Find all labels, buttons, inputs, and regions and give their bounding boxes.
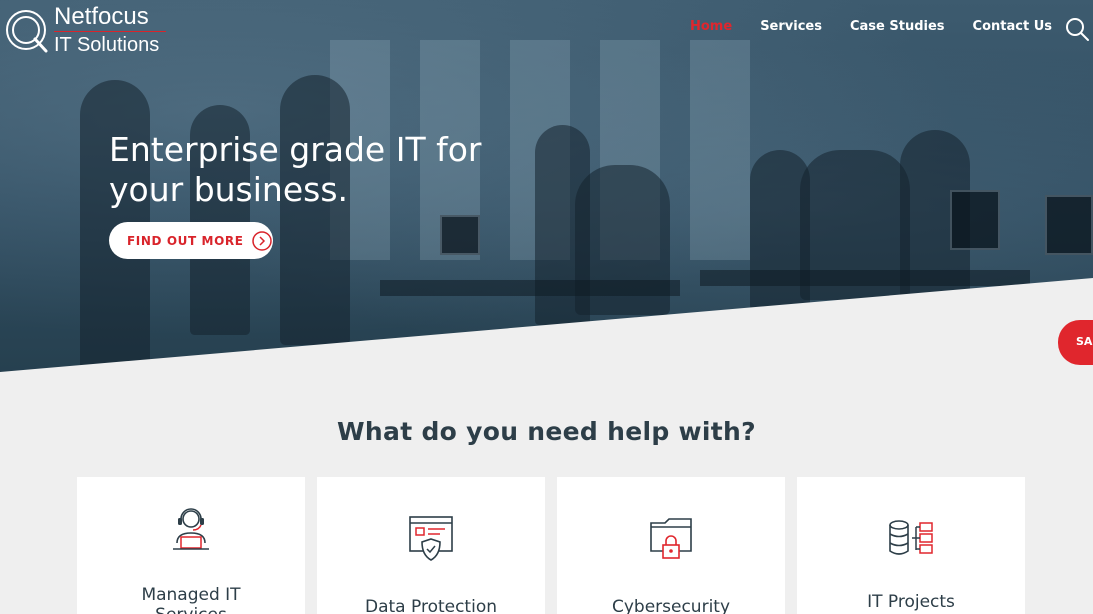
search-icon[interactable] <box>1064 16 1090 42</box>
brand-line1: Netfocus <box>54 5 166 32</box>
hero-title-line1: Enterprise grade IT for <box>109 130 482 169</box>
brand-logo[interactable]: Netfocus IT Solutions <box>4 5 166 55</box>
side-cta-tab[interactable]: SA <box>1058 320 1093 365</box>
side-cta-label: SA <box>1076 335 1093 348</box>
hero-title: Enterprise grade IT for your business. <box>109 130 529 210</box>
nav-home[interactable]: Home <box>690 19 732 34</box>
brand-name: Netfocus IT Solutions <box>54 5 166 55</box>
service-card-label: IT Projects <box>867 592 955 612</box>
support-agent-icon <box>173 508 209 550</box>
service-card-label-line2: Services <box>155 605 227 614</box>
service-card-cybersecurity[interactable]: Cybersecurity <box>557 477 785 614</box>
nav-contact-us[interactable]: Contact Us <box>973 19 1052 34</box>
browser-shield-icon <box>409 516 453 561</box>
nav-services[interactable]: Services <box>760 19 822 34</box>
database-network-icon <box>889 520 933 555</box>
brand-line2: IT Solutions <box>54 34 160 56</box>
service-card-managed-it[interactable]: Managed IT Services <box>77 477 305 614</box>
main-nav: Home Services Case Studies Contact Us <box>690 19 1080 34</box>
service-card-label: Managed IT Services <box>77 585 305 614</box>
logo-q-icon <box>6 10 48 53</box>
service-card-label: Data Protection <box>365 597 497 614</box>
service-card-data-protection[interactable]: Data Protection <box>317 477 545 614</box>
nav-case-studies[interactable]: Case Studies <box>850 19 945 34</box>
find-out-more-button[interactable]: FIND OUT MORE <box>109 222 273 259</box>
find-out-more-label: FIND OUT MORE <box>127 233 244 248</box>
service-card-it-projects[interactable]: IT Projects <box>797 477 1025 614</box>
services-heading: What do you need help with? <box>337 417 756 446</box>
hero-title-line2: your business. <box>109 170 349 209</box>
circle-chevron-right-icon <box>251 230 272 251</box>
service-card-label: Cybersecurity <box>611 597 731 614</box>
service-card-label-line1: Managed IT <box>141 585 241 605</box>
folder-lock-icon <box>650 518 692 559</box>
